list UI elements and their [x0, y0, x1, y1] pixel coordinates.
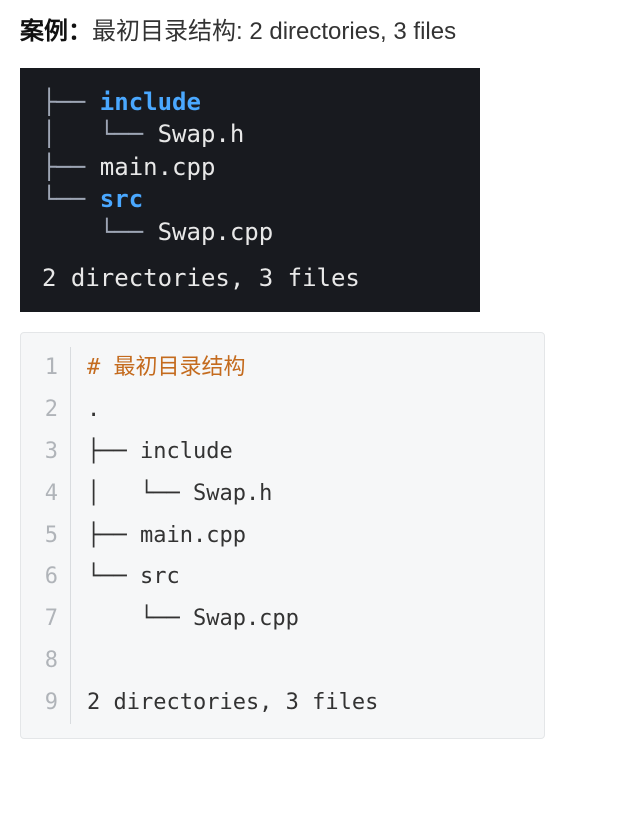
code-row: 1# 最初目录结构: [21, 347, 544, 389]
code-segment: │ └── Swap.h: [87, 481, 272, 506]
terminal-output: ├── include│ └── Swap.h├── main.cpp└── s…: [20, 68, 480, 312]
terminal-segment: └──: [42, 185, 100, 213]
code-block: 1# 最初目录结构2.3├── include4│ └── Swap.h5├──…: [20, 332, 545, 738]
code-row: 9 2 directories, 3 files: [21, 682, 544, 724]
terminal-segment: Swap.h: [158, 120, 245, 148]
terminal-line: └── src: [42, 183, 462, 215]
terminal-line: └── Swap.cpp: [42, 216, 462, 248]
code-content: # 最初目录结构: [71, 347, 246, 389]
code-content: [71, 640, 100, 682]
code-row: 2.: [21, 389, 544, 431]
code-content: │ └── Swap.h: [71, 473, 272, 515]
terminal-line: ├── main.cpp: [42, 151, 462, 183]
line-number: 2: [21, 389, 71, 431]
code-row: 3 ├── include: [21, 431, 544, 473]
line-number: 8: [21, 640, 71, 682]
code-segment: #: [87, 355, 114, 380]
code-segment: ├── main.cpp: [87, 523, 246, 548]
terminal-segment: main.cpp: [100, 153, 216, 181]
code-content: ├── include: [71, 431, 233, 473]
page-title: 案例：最初目录结构: 2 directories, 3 files: [20, 14, 615, 50]
line-number: 7: [21, 598, 71, 640]
code-segment: └── Swap.cpp: [87, 606, 299, 631]
terminal-segment: │ └──: [42, 120, 158, 148]
terminal-summary: 2 directories, 3 files: [42, 262, 462, 294]
terminal-segment: include: [100, 88, 201, 116]
terminal-line: ├── include: [42, 86, 462, 118]
code-row: 5 ├── main.cpp: [21, 515, 544, 557]
terminal-segment: Swap.cpp: [158, 218, 274, 246]
code-segment: 最初目录结构: [114, 355, 246, 380]
code-row: 8: [21, 640, 544, 682]
terminal-segment: ├──: [42, 153, 100, 181]
terminal-summary-text: 2 directories, 3 files: [42, 264, 360, 292]
code-content: 2 directories, 3 files: [71, 682, 378, 724]
header-label: 案例：: [20, 18, 92, 45]
code-segment: 2 directories, 3 files: [87, 690, 378, 715]
code-content: └── Swap.cpp: [71, 598, 299, 640]
code-row: 4 │ └── Swap.h: [21, 473, 544, 515]
code-segment: .: [87, 397, 100, 422]
code-row: 7 └── Swap.cpp: [21, 598, 544, 640]
line-number: 5: [21, 515, 71, 557]
code-content: └── src: [71, 556, 180, 598]
code-segment: ├── include: [87, 439, 233, 464]
line-number: 4: [21, 473, 71, 515]
code-content: .: [71, 389, 100, 431]
terminal-segment: ├──: [42, 88, 100, 116]
code-content: ├── main.cpp: [71, 515, 246, 557]
line-number: 3: [21, 431, 71, 473]
code-row: 6 └── src: [21, 556, 544, 598]
terminal-line: │ └── Swap.h: [42, 118, 462, 150]
line-number: 9: [21, 682, 71, 724]
terminal-segment: └──: [42, 218, 158, 246]
header-description: 最初目录结构: 2 directories, 3 files: [92, 18, 456, 45]
terminal-segment: src: [100, 185, 143, 213]
line-number: 1: [21, 347, 71, 389]
code-segment: └── src: [87, 564, 180, 589]
line-number: 6: [21, 556, 71, 598]
